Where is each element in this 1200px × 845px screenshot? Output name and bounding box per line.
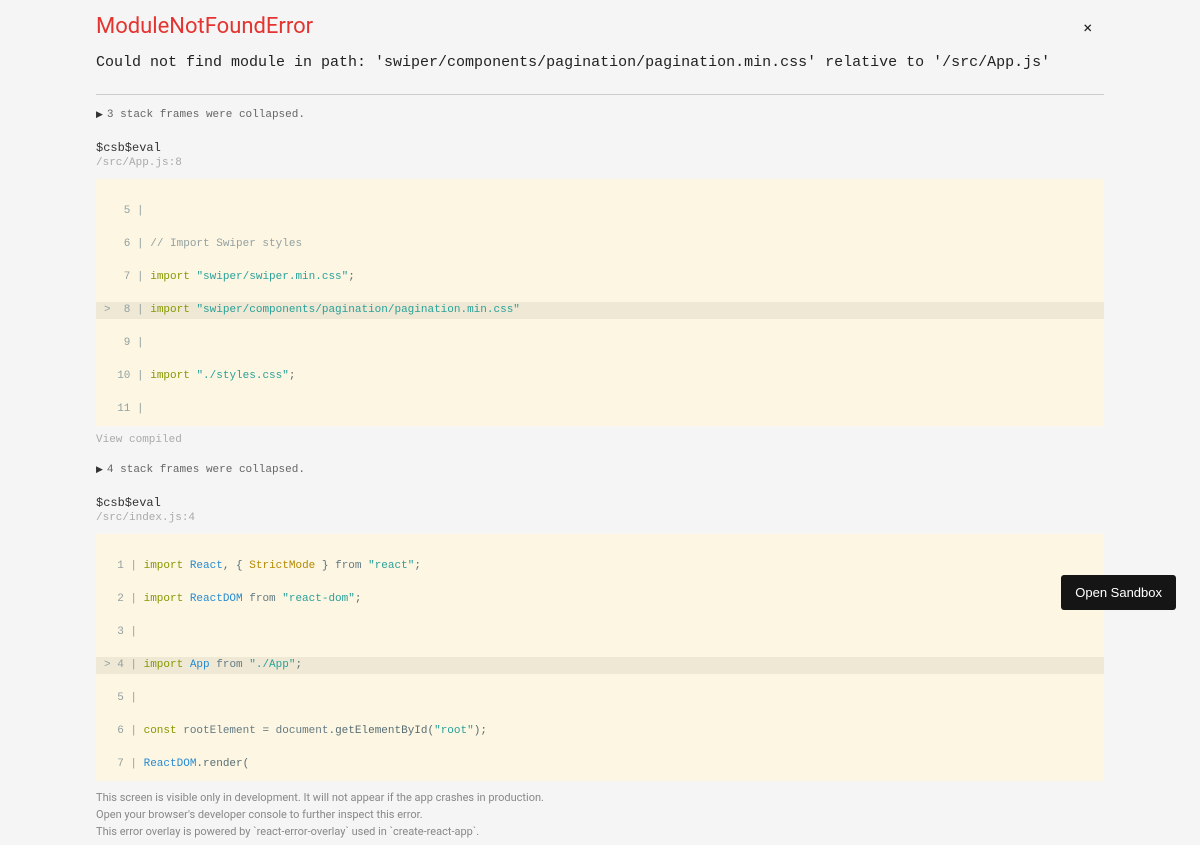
collapsed-frames-text: 3 stack frames were collapsed. — [107, 109, 305, 121]
code-text: rootElement — [177, 725, 263, 737]
code-gutter: 2 | — [104, 593, 144, 605]
code-punct: ; — [289, 370, 296, 382]
code-line: 11 | — [104, 403, 150, 415]
frame-location-1: /src/App.js:8 — [96, 157, 1104, 169]
code-line: 9 | — [104, 337, 150, 349]
code-text: from — [210, 659, 250, 671]
frame-source-1: $csb$eval — [96, 141, 1104, 155]
code-gutter: 10 | — [104, 370, 150, 382]
code-punct: ); — [474, 725, 487, 737]
code-line: 5 | — [104, 205, 150, 217]
code-punct: ; — [414, 560, 421, 572]
code-string: "./styles.css" — [196, 370, 288, 382]
footer-line-1: This screen is visible only in developme… — [96, 789, 1104, 806]
code-string: "react" — [368, 560, 414, 572]
code-block-1: 5 | 6 | // Import Swiper styles 7 | impo… — [96, 179, 1104, 426]
error-title: ModuleNotFoundError — [96, 14, 1104, 39]
code-punct: { — [229, 560, 249, 572]
divider — [96, 94, 1104, 95]
code-string: "swiper/swiper.min.css" — [196, 271, 348, 283]
footer-line-2: Open your browser's developer console to… — [96, 806, 1104, 823]
code-keyword: import — [144, 659, 184, 671]
code-keyword: import — [150, 370, 190, 382]
frame-source-2: $csb$eval — [96, 496, 1104, 510]
code-keyword: import — [144, 560, 184, 572]
code-text: from — [335, 560, 368, 572]
code-gutter: > 8 | — [104, 304, 150, 316]
code-punct: } — [315, 560, 335, 572]
code-punct: ; — [295, 659, 302, 671]
open-sandbox-button[interactable]: Open Sandbox — [1061, 575, 1176, 610]
code-text: from — [243, 593, 283, 605]
code-gutter: 7 | — [104, 758, 144, 770]
code-gutter: 6 | — [104, 238, 150, 250]
footer-line-3: This error overlay is powered by `react-… — [96, 823, 1104, 840]
code-punct: .render( — [196, 758, 249, 770]
code-keyword: import — [150, 304, 190, 316]
code-identifier: App — [190, 659, 210, 671]
code-punct: ; — [355, 593, 362, 605]
frame-location-2: /src/index.js:4 — [96, 512, 1104, 524]
code-line: 5 | — [104, 692, 144, 704]
footer: This screen is visible only in developme… — [96, 789, 1104, 840]
code-keyword: import — [150, 271, 190, 283]
code-line: 3 | — [104, 626, 144, 638]
error-message: Could not find module in path: 'swiper/c… — [96, 51, 1104, 76]
code-comment: // Import Swiper styles — [150, 238, 302, 250]
code-string: "react-dom" — [282, 593, 355, 605]
code-punct: = — [262, 725, 269, 737]
code-keyword: const — [144, 725, 177, 737]
error-overlay: ModuleNotFoundError Could not find modul… — [0, 0, 1200, 840]
code-text: document — [269, 725, 328, 737]
code-gutter: 6 | — [104, 725, 144, 737]
close-button[interactable]: × — [1083, 18, 1092, 37]
code-gutter: > 4 | — [104, 659, 144, 671]
code-gutter: 7 | — [104, 271, 150, 283]
code-punct: ; — [348, 271, 355, 283]
code-identifier: ReactDOM — [144, 758, 197, 770]
expand-icon: ▶ — [96, 110, 103, 120]
code-block-2: 1 | import React, { StrictMode } from "r… — [96, 534, 1104, 781]
code-identifier: React — [190, 560, 223, 572]
collapsed-frames-2[interactable]: ▶ 4 stack frames were collapsed. — [96, 464, 1104, 476]
collapsed-frames-text: 4 stack frames were collapsed. — [107, 464, 305, 476]
code-identifier: ReactDOM — [190, 593, 243, 605]
code-keyword: import — [144, 593, 184, 605]
code-class: StrictMode — [249, 560, 315, 572]
code-string: "root" — [434, 725, 474, 737]
expand-icon: ▶ — [96, 465, 103, 475]
code-string: "./App" — [249, 659, 295, 671]
collapsed-frames-1[interactable]: ▶ 3 stack frames were collapsed. — [96, 109, 1104, 121]
code-punct: .getElementById( — [328, 725, 434, 737]
code-string: "swiper/components/pagination/pagination… — [196, 304, 519, 316]
view-compiled-link[interactable]: View compiled — [96, 434, 1104, 446]
code-gutter: 1 | — [104, 560, 144, 572]
